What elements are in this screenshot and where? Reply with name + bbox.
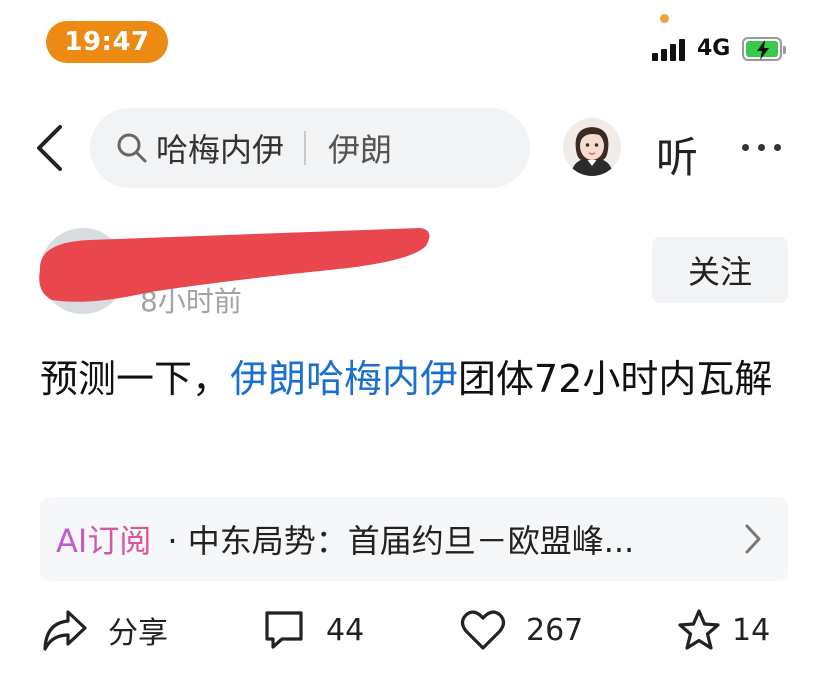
ai-subscription-text: · 中东局势：首届约旦－欧盟峰... bbox=[167, 522, 635, 560]
like-button[interactable]: 267 bbox=[460, 608, 583, 652]
network-type: 4G bbox=[697, 36, 731, 61]
redaction-scribble bbox=[39, 228, 430, 302]
like-count: 267 bbox=[526, 612, 584, 648]
privacy-indicator-dot bbox=[660, 14, 669, 23]
back-button[interactable] bbox=[34, 124, 64, 176]
search-related-term[interactable]: 伊朗 bbox=[328, 125, 392, 171]
more-icon[interactable] bbox=[742, 144, 781, 151]
favorite-button[interactable]: 14 bbox=[676, 608, 770, 652]
comment-icon bbox=[265, 611, 303, 649]
topic-link[interactable]: 伊朗哈梅内伊 bbox=[230, 357, 458, 401]
comment-count: 44 bbox=[326, 612, 365, 648]
search-icon bbox=[117, 133, 147, 163]
content-prefix: 预测一下， bbox=[40, 357, 231, 401]
post-action-bar: 分享 44 267 14 bbox=[0, 608, 828, 664]
battery-icon bbox=[742, 37, 786, 61]
heart-icon bbox=[460, 610, 506, 650]
comment-button[interactable]: 44 bbox=[262, 608, 364, 652]
share-icon bbox=[43, 610, 87, 651]
search-divider bbox=[304, 131, 307, 165]
post-content: 预测一下，伊朗哈梅内伊团体72小时内瓦解 bbox=[40, 350, 790, 408]
status-time: 19:47 bbox=[46, 21, 168, 63]
follow-button[interactable]: 关注 bbox=[652, 237, 788, 303]
back-arrow-icon bbox=[37, 125, 62, 171]
ai-subscription-card[interactable]: AI订阅 · 中东局势：首届约旦－欧盟峰... bbox=[40, 497, 788, 581]
listen-button[interactable]: 听 bbox=[656, 124, 698, 185]
ai-subscription-label: AI订阅 bbox=[56, 516, 151, 562]
favorite-count: 14 bbox=[732, 612, 771, 648]
share-label: 分享 bbox=[108, 616, 168, 651]
search-query[interactable]: 哈梅内伊 bbox=[156, 125, 284, 171]
star-icon bbox=[678, 609, 720, 650]
chevron-right-icon bbox=[745, 524, 761, 554]
share-button[interactable]: 分享 bbox=[42, 608, 168, 652]
signal-strength-icon bbox=[652, 37, 685, 61]
content-suffix: 团体72小时内瓦解 bbox=[458, 357, 773, 401]
user-avatar[interactable] bbox=[563, 118, 621, 176]
search-bar[interactable]: 哈梅内伊 伊朗 bbox=[90, 108, 530, 188]
